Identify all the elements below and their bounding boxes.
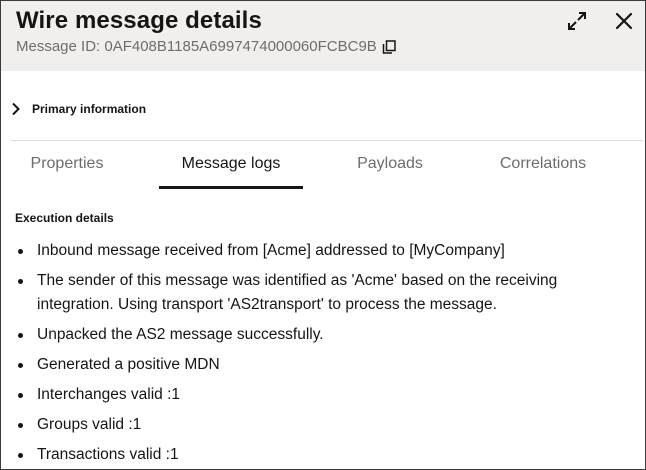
expand-icon: [567, 11, 587, 36]
tab-label: Properties: [30, 155, 104, 172]
tab-payloads[interactable]: Payloads: [345, 153, 435, 189]
expand-button[interactable]: [565, 11, 589, 35]
copy-icon[interactable]: [382, 39, 396, 54]
section-divider: [11, 140, 643, 141]
close-icon: [615, 12, 633, 35]
list-item: Inbound message received from [Acme] add…: [15, 239, 615, 263]
log-text: Interchanges valid :1: [37, 386, 181, 403]
list-item: Generated a positive MDN: [15, 353, 615, 377]
log-text: The sender of this message was identifie…: [37, 272, 558, 313]
execution-log-list: Inbound message received from [Acme] add…: [15, 239, 615, 469]
chevron-right-icon: [11, 102, 21, 116]
message-id-text: Message ID: 0AF408B1185A6997474000060FCB…: [16, 38, 377, 55]
tab-correlations[interactable]: Correlations: [485, 153, 601, 189]
list-item: The sender of this message was identifie…: [15, 269, 615, 317]
list-item: Interchanges valid :1: [15, 383, 615, 407]
log-text: Transactions valid :1: [37, 446, 179, 463]
bullet-icon: [18, 453, 23, 458]
bullet-icon: [18, 279, 23, 284]
log-text: Groups valid :1: [37, 416, 142, 433]
message-id-row: Message ID: 0AF408B1185A6997474000060FCB…: [16, 38, 396, 55]
list-item: Transactions valid :1: [15, 443, 615, 467]
bullet-icon: [18, 363, 23, 368]
bullet-icon: [18, 423, 23, 428]
close-button[interactable]: [612, 11, 636, 35]
tab-message-logs[interactable]: Message logs: [159, 153, 303, 189]
execution-details-heading: Execution details: [15, 211, 114, 225]
bullet-icon: [18, 393, 23, 398]
panel-title: Wire message details: [16, 7, 262, 34]
log-text: Unpacked the AS2 message successfully.: [37, 326, 324, 343]
bullet-icon: [18, 249, 23, 254]
panel-header: Wire message details Message ID: 0AF408B…: [1, 1, 645, 71]
tab-label: Correlations: [499, 155, 587, 172]
bullet-icon: [18, 333, 23, 338]
wire-message-details-panel: Wire message details Message ID: 0AF408B…: [0, 0, 646, 470]
list-item: Unpacked the AS2 message successfully.: [15, 323, 615, 347]
primary-information-label: Primary information: [32, 102, 147, 116]
tab-properties[interactable]: Properties: [19, 153, 115, 189]
tab-label: Message logs: [181, 155, 281, 172]
tab-label: Payloads: [357, 155, 423, 172]
primary-information-toggle[interactable]: Primary information: [11, 99, 146, 119]
log-text: Inbound message received from [Acme] add…: [37, 242, 505, 259]
log-text: Generated a positive MDN: [37, 356, 220, 373]
list-item: Groups valid :1: [15, 413, 615, 437]
